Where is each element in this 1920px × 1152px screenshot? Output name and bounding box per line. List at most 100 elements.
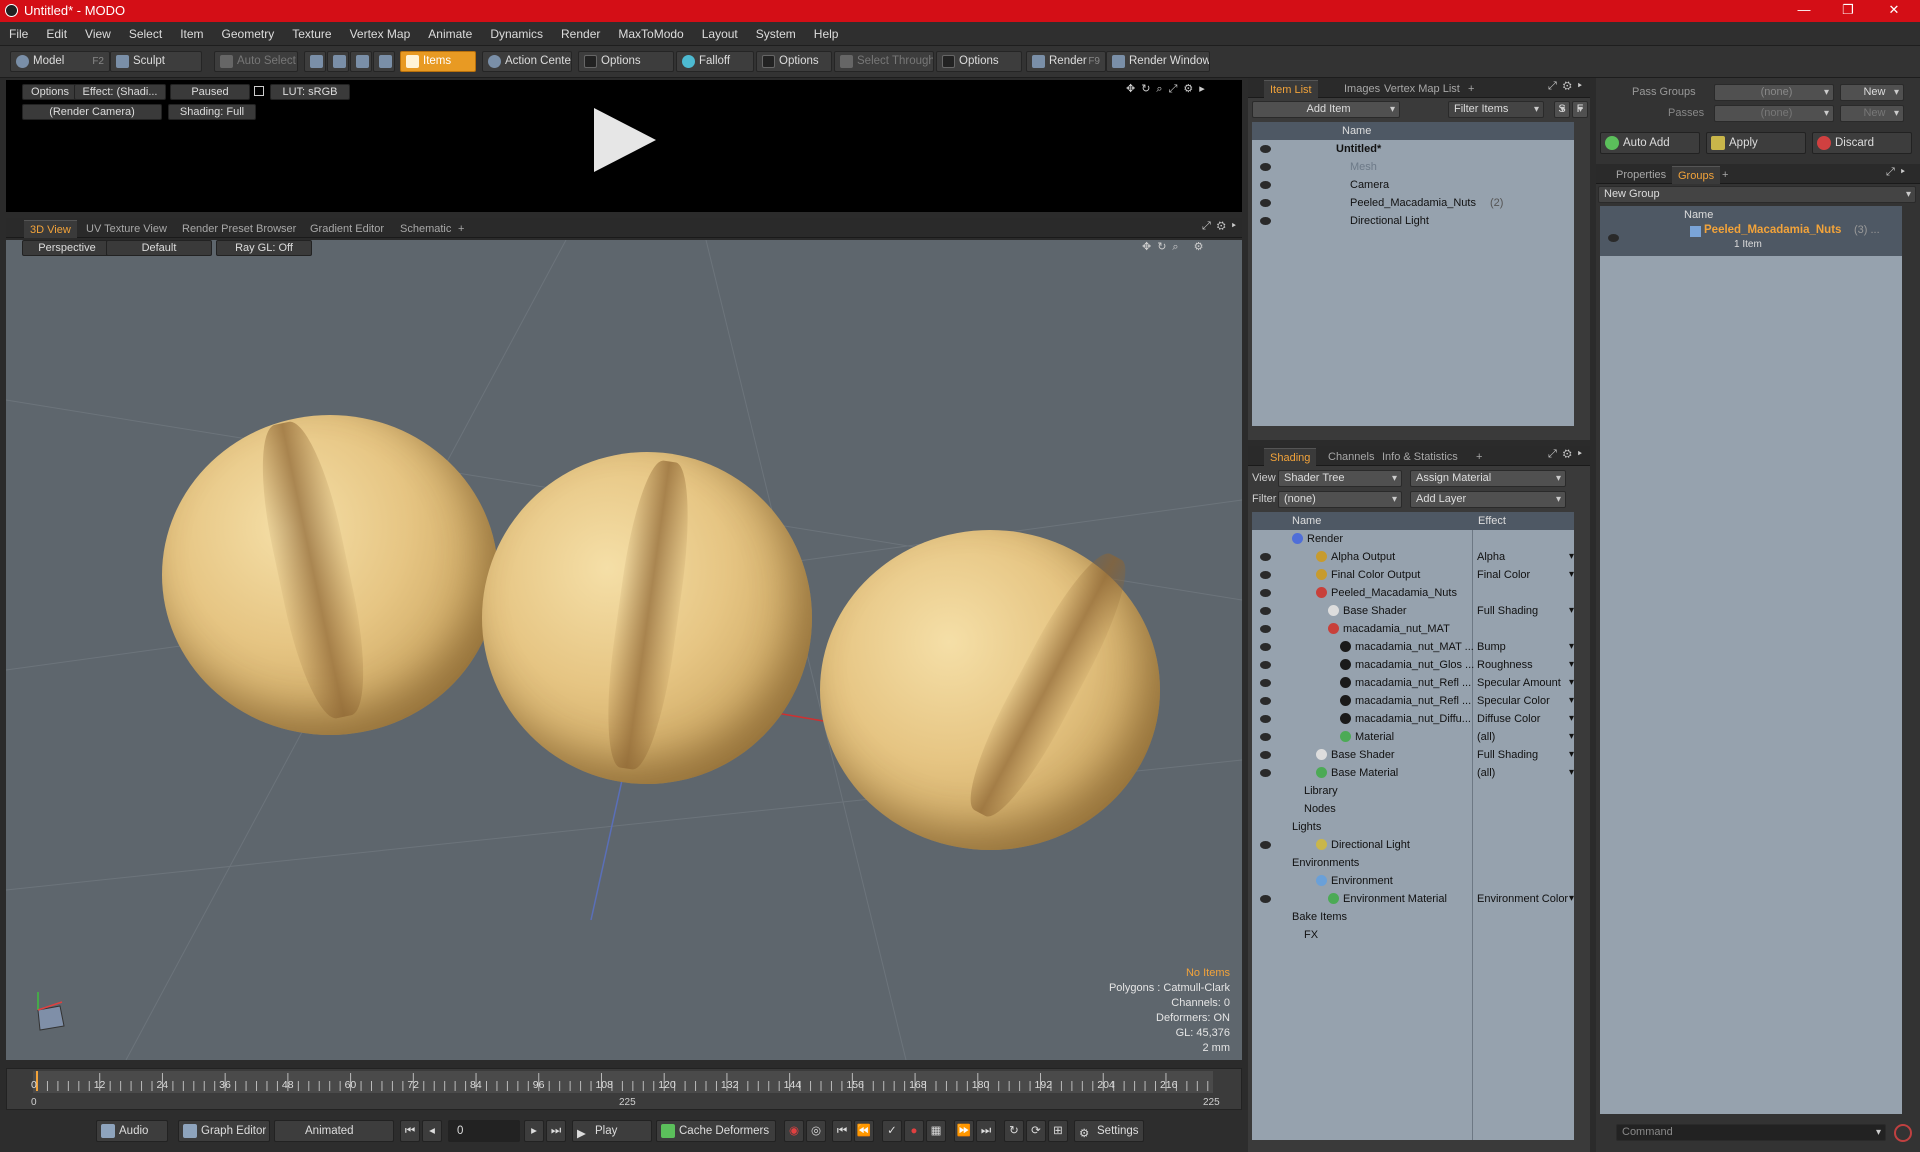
shader-row[interactable]: Alpha Output Alpha [1252,548,1575,566]
tab-vertex-map-list[interactable]: Vertex Map List [1378,80,1466,98]
assign-material-button[interactable]: Assign Material [1410,470,1566,487]
menu-item[interactable]: Item [171,22,212,46]
new-pass-button[interactable]: New [1840,105,1904,122]
shader-row[interactable]: macadamia_nut_MAT ... Bump [1252,638,1574,656]
shader-row[interactable]: Directional Light [1252,836,1574,854]
tab-groups[interactable]: Groups [1672,166,1721,184]
f-toggle-button[interactable]: F [1572,101,1588,118]
shader-row[interactable]: Environment Material Environment Color [1252,890,1574,908]
group-row[interactable]: Peeled_Macadamia_Nuts (3) ... 1 Item [1600,224,1902,256]
sculpt-mode-button[interactable]: Sculpt [110,51,202,72]
shader-row[interactable]: Render [1252,530,1574,548]
menu-file[interactable]: File [0,22,37,46]
passes-dropdown[interactable]: (none) [1714,105,1834,122]
timeline[interactable]: 0 12 24 36 48 60 72 84 96 108 120 132 144 156 168 180 19… [6,1068,1242,1110]
shader-row[interactable]: FX [1252,926,1574,944]
tab-gradient-editor[interactable]: Gradient Editor [304,220,390,238]
eye-icon[interactable] [1260,625,1271,633]
tab-info-statistics[interactable]: Info & Statistics [1376,448,1464,466]
render-camera-dropdown[interactable]: (Render Camera) [22,104,162,120]
discard-button[interactable]: Discard [1812,132,1912,154]
shading-dropdown[interactable]: Shading: Full [168,104,256,120]
set-key-icon[interactable]: ✓ [882,1120,902,1142]
eye-icon[interactable] [1260,697,1271,705]
falloff-options-button[interactable]: Options [756,51,832,72]
items-mode-button[interactable]: Items [400,51,476,72]
auto-add-button[interactable]: Auto Add [1600,132,1700,154]
effect-dropdown[interactable]: (all) [1477,764,1576,782]
go-start-button[interactable]: ⏮ [400,1120,420,1142]
animated-dropdown[interactable]: Animated [274,1120,394,1142]
shader-row[interactable]: Library [1252,782,1574,800]
eye-icon[interactable] [1260,145,1271,153]
maximize-button[interactable]: ❐ [1828,2,1868,18]
item-row[interactable]: Untitled* [1252,140,1574,158]
menu-edit[interactable]: Edit [37,22,76,46]
key-forward-icon[interactable]: ⏩ [954,1120,974,1142]
shader-row[interactable]: macadamia_nut_Refl ... Specular Color [1252,692,1574,710]
add-tab-button[interactable]: + [1470,448,1488,466]
new-group-button[interactable]: New Group [1598,186,1916,203]
effect-dropdown[interactable]: Environment Color [1477,890,1574,908]
play-button[interactable]: ▶ Play [572,1120,652,1142]
cache-deformers-button[interactable]: Cache Deformers [656,1120,776,1142]
panel-icons[interactable]: ⤢⚙▸ [1548,80,1588,93]
sync-icon[interactable]: ⟳ [1026,1120,1046,1142]
raygl-dropdown[interactable]: Ray GL: Off [216,240,312,256]
add-item-dropdown[interactable]: Add Item [1252,101,1400,118]
shader-row[interactable]: Base Shader Full Shading [1252,602,1574,620]
shader-row[interactable]: Environments [1252,854,1574,872]
select-through-button[interactable]: Select Through [834,51,934,72]
next-key-button[interactable]: ▸ [524,1120,544,1142]
item-row[interactable]: Mesh [1252,158,1574,176]
close-button[interactable]: ✕ [1874,2,1914,18]
effect-dropdown[interactable]: Roughness [1477,656,1573,674]
add-tab-button[interactable]: + [1462,80,1480,98]
viewport-nav-icons[interactable]: ✥↻⌕ ⚙ [1142,240,1210,254]
loop-icon[interactable]: ↻ [1004,1120,1024,1142]
preview-options-button[interactable]: Options [22,84,78,100]
graph-editor-button[interactable]: Graph Editor [178,1120,270,1142]
record-macro-icon[interactable] [1894,1124,1912,1142]
shader-row[interactable]: macadamia_nut_Diffu... Diffuse Color [1252,710,1575,728]
shader-row[interactable]: Base Material (all) [1252,764,1576,782]
key-next-icon[interactable]: ⏭ [976,1120,996,1142]
eye-icon[interactable] [1260,163,1271,171]
render-preview[interactable]: Options Effect: (Shadi... Paused LUT: sR… [6,80,1242,212]
shader-row[interactable]: Peeled_Macadamia_Nuts [1252,584,1574,602]
lut-dropdown[interactable]: LUT: sRGB [270,84,350,100]
preview-paused-button[interactable]: Paused [170,84,250,100]
shader-row[interactable]: Final Color Output Final Color [1252,566,1574,584]
effect-dropdown[interactable]: Final Color [1477,566,1574,584]
groups-list[interactable]: Peeled_Macadamia_Nuts (3) ... 1 Item [1600,224,1902,1114]
panel-icons[interactable]: ⤢▸ [1886,166,1911,179]
add-layer-dropdown[interactable]: Add Layer [1410,491,1566,508]
menu-texture[interactable]: Texture [283,22,340,46]
shader-row[interactable]: Base Shader Full Shading [1252,746,1574,764]
action-center-button[interactable]: Action Center [482,51,572,72]
new-pass-group-button[interactable]: New [1840,84,1904,101]
shading-default-dropdown[interactable]: Default [106,240,212,256]
record-icon[interactable]: ● [904,1120,924,1142]
viewport-tab-icons[interactable]: ⤢⚙▸ [1202,220,1242,233]
frame-input[interactable]: 0 [448,1120,520,1142]
action-center-options-button[interactable]: Options [578,51,674,72]
effect-dropdown[interactable]: Specular Amount [1477,674,1574,692]
lock-icon[interactable] [254,86,264,96]
apply-button[interactable]: Apply [1706,132,1806,154]
record-key-icon[interactable]: ◉ [784,1120,804,1142]
eye-icon[interactable] [1260,589,1271,597]
model-mode-button[interactable]: Model F2 [10,51,110,72]
shader-row[interactable]: Material (all) [1252,728,1576,746]
view-dropdown[interactable]: Shader Tree [1278,470,1402,487]
shader-row[interactable]: Nodes [1252,800,1574,818]
eye-icon[interactable] [1260,199,1271,207]
polygons-mode-button[interactable] [350,51,372,72]
edges-mode-button[interactable] [327,51,349,72]
tab-schematic[interactable]: Schematic [394,220,457,238]
tab-3d-view[interactable]: 3D View [24,220,77,238]
tab-channels[interactable]: Channels [1322,448,1380,466]
prev-key-button[interactable]: ◂ [422,1120,442,1142]
delete-key-icon[interactable]: ▦ [926,1120,946,1142]
eye-icon[interactable] [1260,751,1271,759]
